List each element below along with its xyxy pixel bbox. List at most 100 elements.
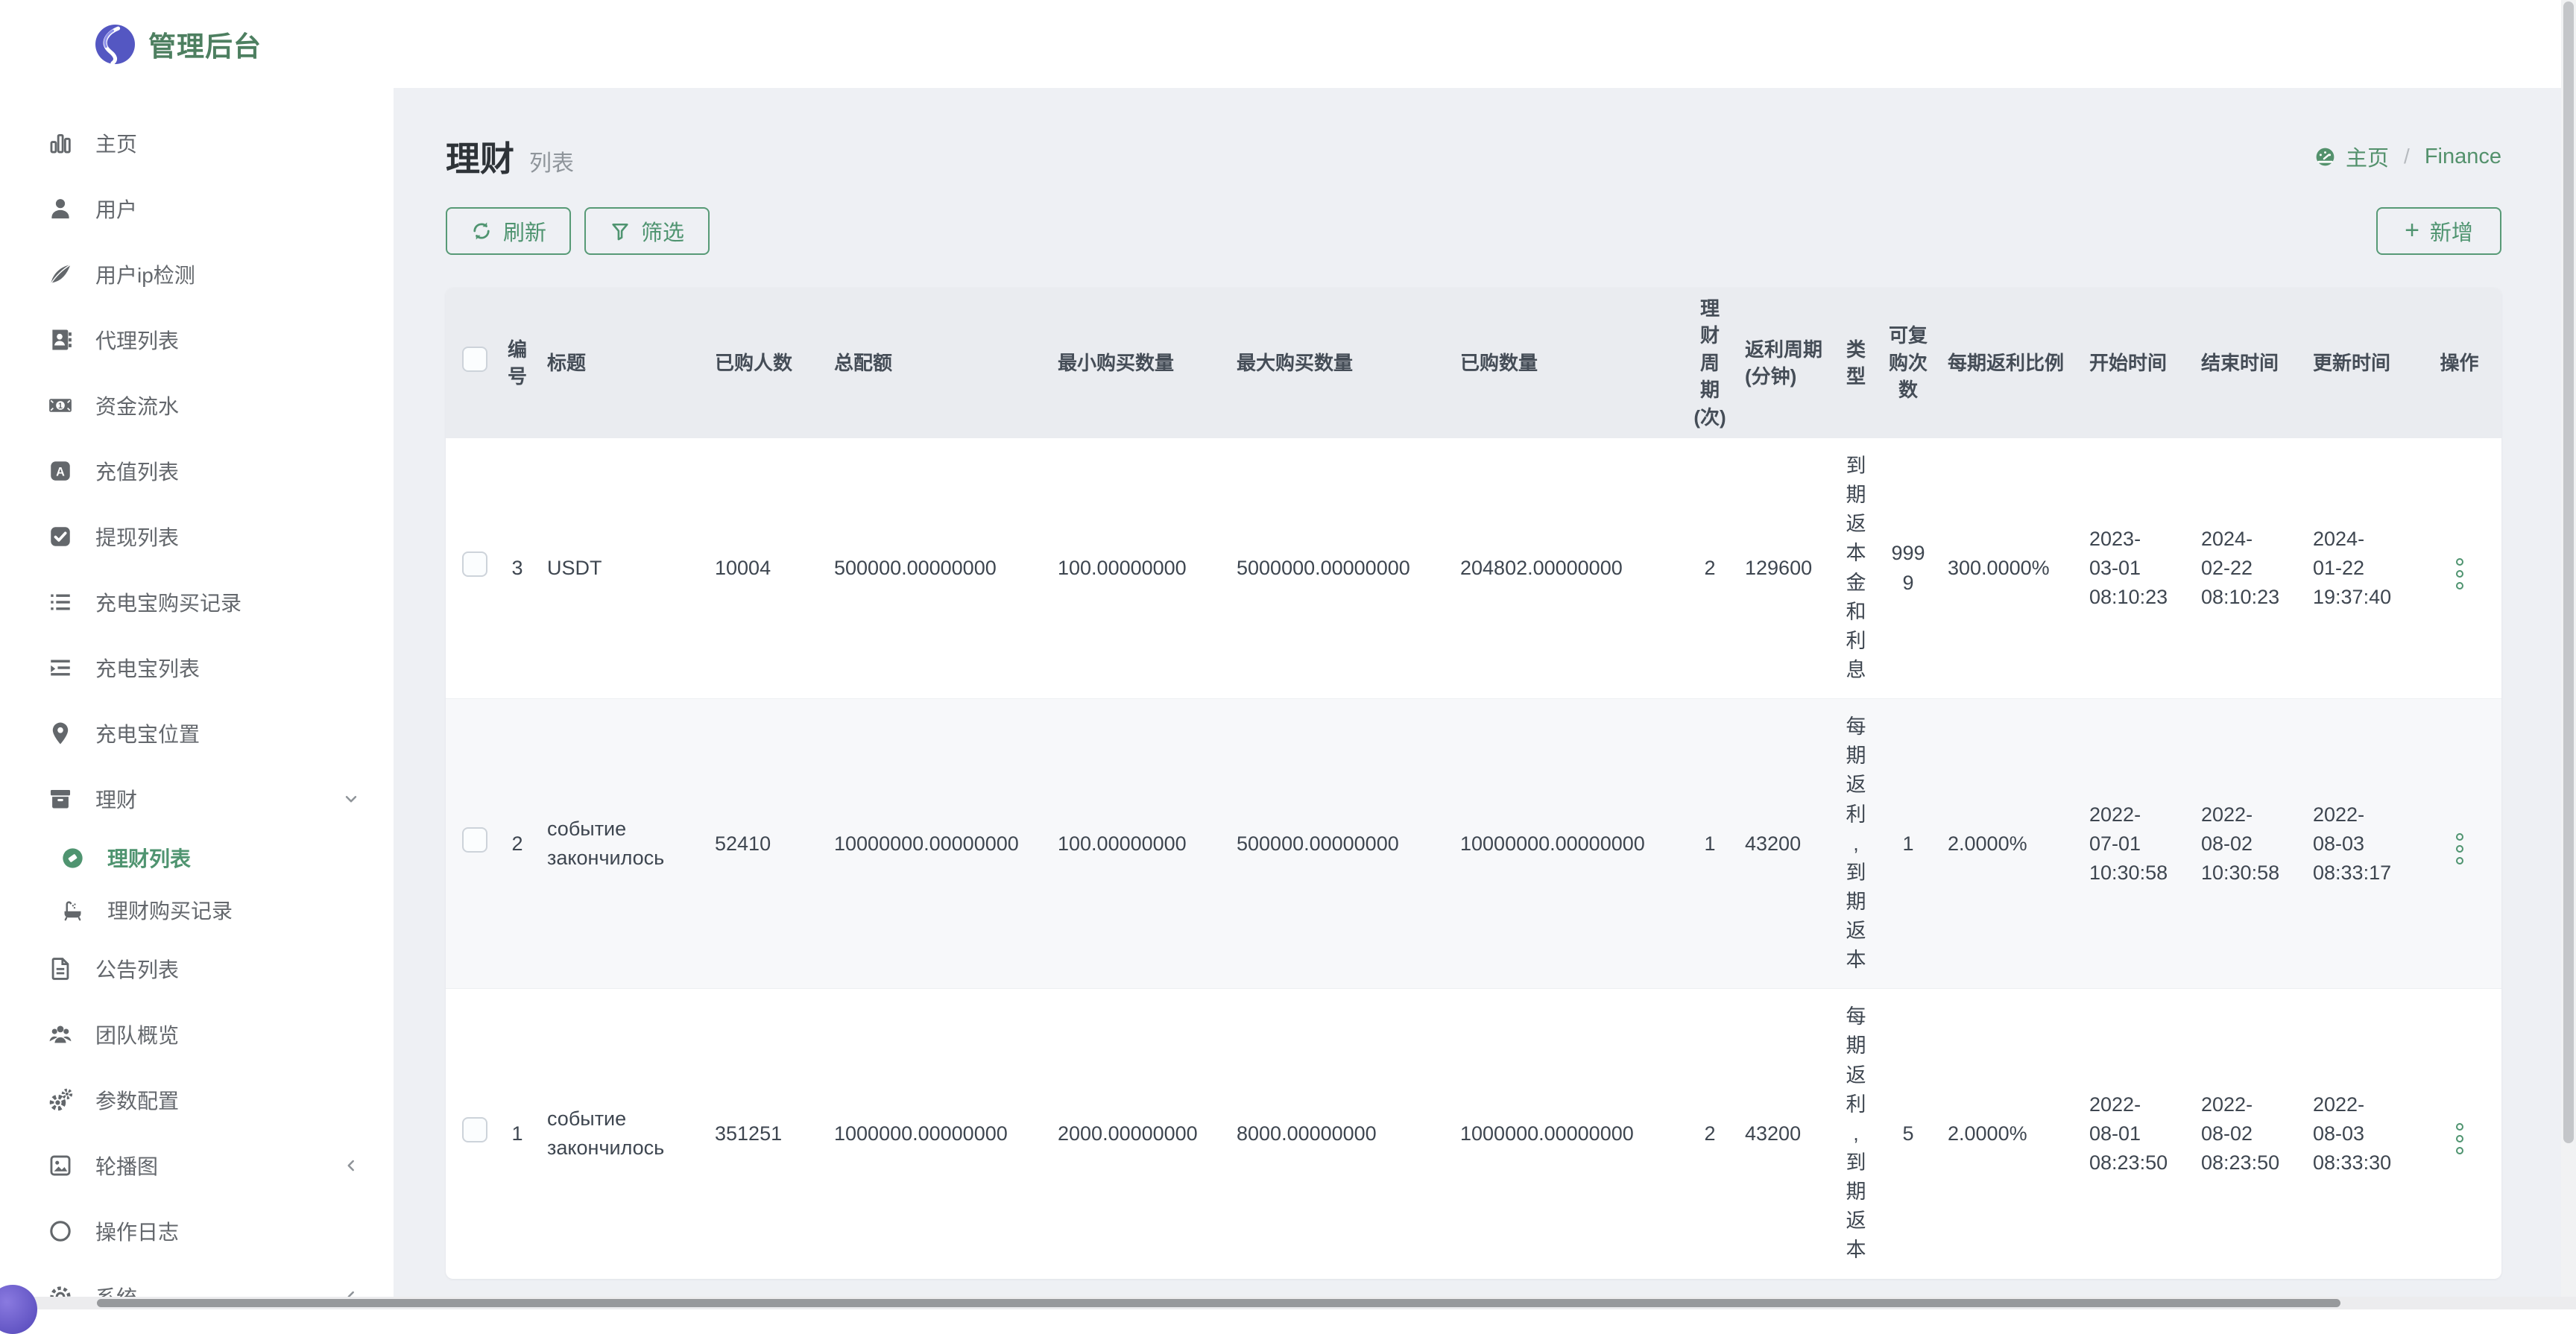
column-header-action: 操作 [2417,288,2501,438]
cell-rebate_cycle: 43200 [1736,989,1834,1279]
cell-quota: 10000000.00000000 [825,699,1049,989]
breadcrumb-separator: / [2404,145,2410,168]
cell-min: 100.00000000 [1049,438,1228,699]
row-actions-button[interactable] [2453,830,2466,867]
gears-icon [46,1086,75,1114]
breadcrumb: 主页 / Finance [2314,141,2501,172]
row-checkbox[interactable] [462,1117,487,1142]
row-checkbox[interactable] [462,827,487,853]
finance-table: 编 号标题已购人数总配额最小购买数量最大购买数量已购数量理 财 周 期 (次)返… [446,288,2501,1279]
sidebar-item-finance-purchase-records[interactable]: 理财购买记录 [0,884,394,936]
file-text-icon [46,955,75,983]
cell-id: 3 [496,438,538,699]
sidebar-item-label: 代理列表 [95,325,179,355]
topbar: 管理后台 [0,0,2576,88]
sidebar-item-label: 理财 [95,784,137,814]
sidebar-item-label: 理财购买记录 [107,895,233,925]
cell-type: 每 期 返 利, 到 期 返 本 [1834,699,1878,989]
sidebar-item-label: 团队概览 [95,1020,179,1049]
sidebar-item-fund-flow[interactable]: 1资金流水 [0,373,394,438]
column-header-update: 更新时间 [2304,288,2417,438]
sidebar-item-label: 充电宝购买记录 [95,587,242,617]
sidebar-item-parameter-config[interactable]: 参数配置 [0,1067,394,1133]
add-button[interactable]: + 新增 [2376,207,2501,255]
breadcrumb-home[interactable]: 主页 [2346,141,2389,172]
users-group-icon [46,1020,75,1049]
sidebar-item-label: 提现列表 [95,522,179,551]
cell-end: 2024- 02-22 08:10:23 [2192,438,2304,699]
column-header-rebuy: 可复 购次 数 [1878,288,1939,438]
column-header-end: 结束时间 [2192,288,2304,438]
cell-buyers: 10004 [706,438,825,699]
sidebar-item-home[interactable]: 主页 [0,110,394,176]
filter-icon [610,221,631,241]
cell-select [446,989,496,1279]
sidebar-item-announcement-list[interactable]: 公告列表 [0,936,394,1002]
sidebar-item-label: 操作日志 [95,1216,179,1246]
svg-text:A: A [56,466,65,479]
column-header-buyers: 已购人数 [706,288,825,438]
map-marker-icon [46,719,75,747]
cell-quota: 1000000.00000000 [825,989,1049,1279]
sidebar-item-operation-log[interactable]: 操作日志 [0,1198,394,1264]
dashboard-icon [2314,145,2337,168]
sidebar-item-carousel[interactable]: 轮播图 [0,1133,394,1198]
cell-id: 1 [496,989,538,1279]
cell-bought: 10000000.00000000 [1451,699,1684,989]
finance-table-card: 编 号标题已购人数总配额最小购买数量最大购买数量已购数量理 财 周 期 (次)返… [446,288,2501,1279]
sidebar-item-recharge-list[interactable]: A充值列表 [0,438,394,504]
column-header-rebate_cycle: 返利周期 (分钟) [1736,288,1834,438]
table-row: 1событие закончилось3512511000000.000000… [446,989,2501,1279]
cell-action [2417,438,2501,699]
row-checkbox[interactable] [462,551,487,577]
image-icon [46,1151,75,1180]
sidebar-item-powerbank-purchase-records[interactable]: 充电宝购买记录 [0,569,394,635]
sidebar-item-user-ip-check[interactable]: 用户ip检测 [0,241,394,307]
cell-min: 2000.00000000 [1049,989,1228,1279]
sidebar-item-label: 参数配置 [95,1085,179,1115]
cell-update: 2024- 01-22 19:37:40 [2304,438,2417,699]
page-title: 理财 [446,132,514,181]
column-header-quota: 总配额 [825,288,1049,438]
sidebar-item-label: 主页 [95,128,137,158]
sidebar-item-powerbank-location[interactable]: 充电宝位置 [0,701,394,766]
sidebar-item-label: 理财列表 [107,843,191,873]
sidebar-item-withdraw-list[interactable]: 提现列表 [0,504,394,569]
cell-title: событие закончилось [538,989,706,1279]
row-actions-button[interactable] [2453,555,2466,592]
cell-end: 2022- 08-02 08:23:50 [2192,989,2304,1279]
sidebar-item-finance-list[interactable]: 理财列表 [0,832,394,884]
sidebar-item-agent-list[interactable]: 代理列表 [0,307,394,373]
vertical-scrollbar [2561,0,2576,1309]
sidebar-item-finance[interactable]: 理财 [0,766,394,832]
cell-select [446,699,496,989]
column-header-min: 最小购买数量 [1049,288,1228,438]
circle-icon [46,1217,75,1245]
row-actions-button[interactable] [2453,1120,2466,1157]
select-all-checkbox[interactable] [462,347,487,372]
cell-update: 2022- 08-03 08:33:17 [2304,699,2417,989]
sidebar-item-users[interactable]: 用户 [0,176,394,241]
indent-list-icon [46,654,75,682]
column-header-max: 最大购买数量 [1228,288,1451,438]
cell-cycle: 2 [1684,438,1736,699]
refresh-button[interactable]: 刷新 [446,207,571,255]
vertical-scrollbar-thumb[interactable] [2563,1,2574,1143]
horizontal-scrollbar-thumb[interactable] [97,1299,2340,1307]
quill-icon [46,260,75,288]
cell-end: 2022- 08-02 10:30:58 [2192,699,2304,989]
breadcrumb-current: Finance [2425,145,2501,169]
sidebar-item-powerbank-list[interactable]: 充电宝列表 [0,635,394,701]
column-header-cycle: 理 财 周 期 (次) [1684,288,1736,438]
column-header-ratio: 每期返利比例 [1939,288,2080,438]
check-square-icon [46,522,75,551]
filter-button[interactable]: 筛选 [584,207,710,255]
cell-action [2417,699,2501,989]
cell-buyers: 351251 [706,989,825,1279]
cell-select [446,438,496,699]
cell-rebate_cycle: 129600 [1736,438,1834,699]
cell-quota: 500000.00000000 [825,438,1049,699]
chevron-down-icon [341,789,361,809]
sidebar-item-team-overview[interactable]: 团队概览 [0,1002,394,1067]
column-header-bought: 已购数量 [1451,288,1684,438]
